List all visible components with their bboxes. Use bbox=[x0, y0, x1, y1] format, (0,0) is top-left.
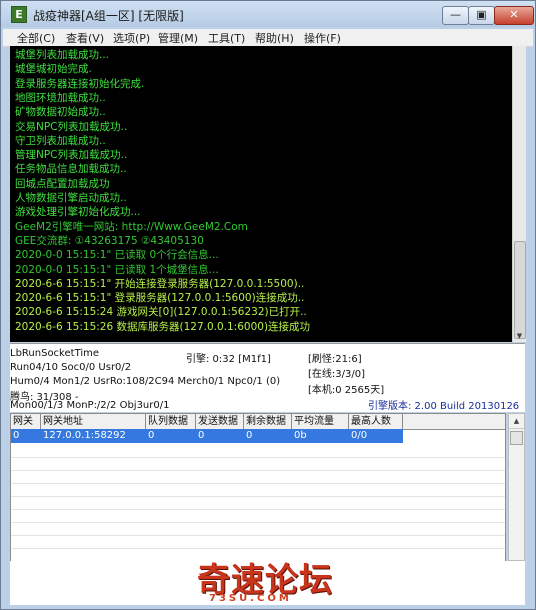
table-cell: 0/0 bbox=[351, 430, 368, 441]
minimize-button[interactable]: — bbox=[442, 6, 469, 25]
maximize-button[interactable]: ▣ bbox=[468, 6, 495, 25]
scroll-up-arrow-icon[interactable]: ▲ bbox=[509, 414, 524, 429]
log-line: 2020-0-0 15:15:1" 已读取 0个行会信息... bbox=[15, 249, 219, 262]
title-bar[interactable]: E 战疫神器[A组一区] [无限版] — ▣ ✕ bbox=[1, 1, 535, 27]
menu-item-help[interactable]: 帮助(H) bbox=[255, 30, 294, 46]
menu-item-all[interactable]: 全部(C) bbox=[17, 30, 55, 46]
grid-divider bbox=[11, 548, 505, 549]
table-cell: 0 bbox=[246, 430, 253, 441]
menu-item-view[interactable]: 查看(V) bbox=[66, 30, 104, 46]
log-line: GEE交流群: ①43263175 ②43405130 bbox=[15, 234, 204, 247]
menu-item-manage[interactable]: 管理(M) bbox=[158, 30, 198, 46]
gateway-table: 网关 网关地址 队列数据 发送数据 剩余数据 平均流量 最高人数 0 127.0… bbox=[10, 413, 506, 563]
status-engine: 引擎: 0:32 [M1f1] bbox=[186, 354, 271, 365]
log-line: 2020-6-6 15:15:1" 登录服务器(127.0.0.1:5600)连… bbox=[15, 292, 305, 305]
grid-divider bbox=[11, 457, 505, 458]
log-line: 管理NPC列表加载成功.. bbox=[15, 149, 128, 162]
log-line: 城堡城初始完成. bbox=[15, 63, 92, 76]
log-line: 2020-0-0 15:15:1" 已读取 1个城堡信息... bbox=[15, 263, 219, 276]
log-line: 回城点配置加载成功 bbox=[15, 177, 110, 190]
log-line: 地图环境加载成功.. bbox=[15, 91, 106, 104]
log-line: 任务物品信息加载成功.. bbox=[15, 163, 127, 176]
window-title: 战疫神器[A组一区] [无限版] bbox=[33, 9, 184, 23]
log-line: 2020-6-6 15:15:24 游戏网关[0](127.0.0.1:5623… bbox=[15, 306, 307, 319]
menu-item-options[interactable]: 选项(P) bbox=[113, 30, 150, 46]
status-run: Run04/10 Soc0/0 Usr0/2 bbox=[10, 362, 132, 373]
table-scroll-thumb[interactable] bbox=[510, 431, 523, 445]
app-icon: E bbox=[11, 6, 27, 23]
table-cell: 0 bbox=[198, 430, 205, 441]
grid-divider bbox=[11, 496, 505, 497]
status-refresh: [刷怪:21:6] bbox=[308, 354, 362, 365]
log-line: 2020-6-6 15:15:26 数据库服务器(127.0.0.1:6000)… bbox=[15, 320, 311, 333]
log-line: 交易NPC列表加载成功.. bbox=[15, 120, 128, 133]
table-cell: 127.0.0.1:58292 bbox=[43, 430, 126, 441]
grid-divider bbox=[11, 483, 505, 484]
table-cell: 0 bbox=[148, 430, 155, 441]
table-header: 网关 网关地址 队列数据 发送数据 剩余数据 平均流量 最高人数 bbox=[11, 414, 505, 430]
status-local: [本机:0 2565天] bbox=[308, 385, 385, 396]
menu-item-tools[interactable]: 工具(T) bbox=[208, 30, 245, 46]
console-scroll-thumb[interactable] bbox=[514, 241, 526, 339]
scroll-down-arrow-icon[interactable]: ▼ bbox=[513, 330, 526, 342]
table-scrollbar[interactable]: ▲ bbox=[508, 413, 525, 561]
column-header-remaining[interactable]: 剩余数据 bbox=[244, 414, 292, 429]
column-header-queue[interactable]: 队列数据 bbox=[146, 414, 196, 429]
table-cell: 0 bbox=[13, 430, 20, 441]
grid-divider bbox=[11, 522, 505, 523]
status-panel: LbRunSocketTime 引擎: 0:32 [M1f1] [刷怪:21:6… bbox=[10, 343, 525, 412]
menu-bar: 全部(C) 查看(V) 选项(P) 管理(M) 工具(T) 帮助(H) 操作(F… bbox=[3, 29, 533, 47]
log-line: 2020-6-6 15:15:1" 开始连接登录服务器(127.0.0.1:55… bbox=[15, 277, 305, 290]
log-console: 城堡列表加载成功... 城堡城初始完成. 登录服务器连接初始化完成. 地图环境加载成功… bbox=[10, 46, 512, 342]
engine-version: 引擎版本: 2.00 Build 20130126 bbox=[368, 401, 520, 412]
column-header-max-users[interactable]: 最高人数 bbox=[349, 414, 403, 429]
status-online: [在线:3/3/0] bbox=[308, 369, 365, 380]
status-human: Hum0/4 Mon1/2 UsrRo:108/2C94 Merch0/1 Np… bbox=[10, 376, 281, 387]
menu-item-operate[interactable]: 操作(F) bbox=[304, 30, 341, 46]
watermark-url: 73SU.COM bbox=[209, 593, 292, 604]
main-window: E 战疫神器[A组一区] [无限版] — ▣ ✕ 全部(C) 查看(V) 选项(… bbox=[0, 0, 536, 610]
log-line: 矿物数据初始成功.. bbox=[15, 106, 106, 119]
close-button[interactable]: ✕ bbox=[494, 6, 534, 25]
log-line: 登录服务器连接初始化完成. bbox=[15, 77, 145, 90]
log-line: 守卫列表加载成功.. bbox=[15, 134, 106, 147]
table-cell: 0b bbox=[294, 430, 307, 441]
status-socket-time: LbRunSocketTime bbox=[10, 348, 100, 359]
log-line: GeeM2引擎唯一网站: http://Www.GeeM2.Com bbox=[15, 220, 248, 233]
grid-divider bbox=[11, 535, 505, 536]
grid-divider bbox=[11, 509, 505, 510]
column-header-send[interactable]: 发送数据 bbox=[196, 414, 244, 429]
log-line: 城堡列表加载成功... bbox=[15, 49, 110, 61]
column-header-traffic[interactable]: 平均流量 bbox=[292, 414, 349, 429]
column-header-gateway[interactable]: 网关 bbox=[11, 414, 41, 429]
log-line: 人物数据引擎启动成功.. bbox=[15, 192, 127, 204]
grid-divider bbox=[11, 470, 505, 471]
console-scrollbar[interactable]: ▼ bbox=[512, 46, 526, 342]
status-line5: Mon00/1/3 MonP:/2/2 Obj3ur0/1 bbox=[10, 400, 170, 411]
watermark-logo: 奇速论坛 73SU.COM bbox=[197, 553, 357, 605]
log-line: 游戏处理引擎初始化成功... bbox=[15, 206, 141, 219]
column-header-address[interactable]: 网关地址 bbox=[41, 414, 146, 429]
